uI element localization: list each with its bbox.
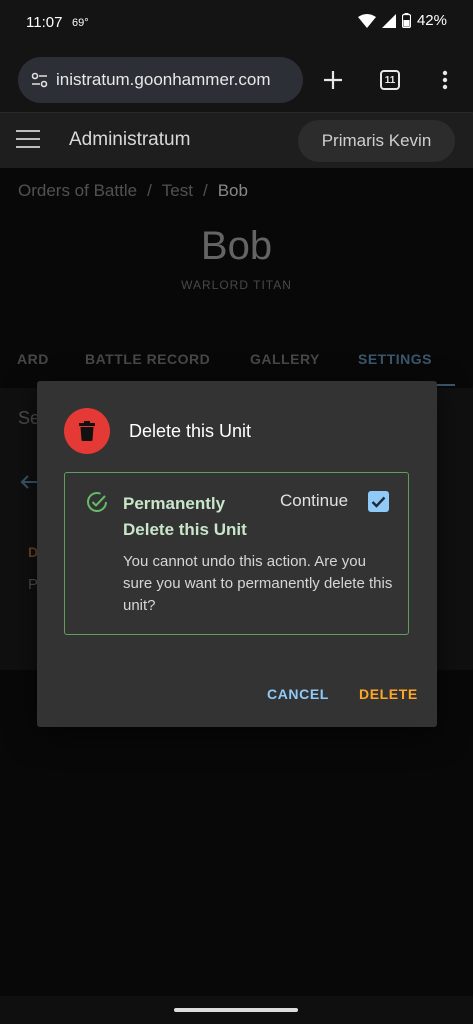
checkmark-icon: [371, 496, 386, 508]
plus-icon: [324, 71, 342, 89]
menu-icon[interactable]: [16, 130, 40, 152]
danger-badge: [64, 408, 110, 454]
status-time: 11:07: [26, 14, 63, 31]
delete-button[interactable]: DELETE: [359, 686, 418, 702]
browser-menu-button[interactable]: [429, 64, 461, 96]
dialog-actions: CANCEL DELETE: [37, 686, 437, 710]
status-temperature: 69°: [72, 17, 89, 29]
user-menu-button[interactable]: Primaris Kevin: [298, 120, 455, 162]
cancel-button[interactable]: CANCEL: [267, 686, 329, 702]
tab-switcher-button[interactable]: 11: [374, 64, 406, 96]
address-bar[interactable]: inistratum.goonhammer.com: [18, 57, 303, 103]
continue-label[interactable]: Continue: [280, 491, 348, 511]
gesture-handle[interactable]: [174, 1008, 298, 1012]
more-vert-icon: [442, 70, 448, 90]
new-tab-button[interactable]: [317, 64, 349, 96]
site-settings-icon[interactable]: [28, 68, 52, 92]
confirm-description: You cannot undo this action. Are you sur…: [123, 553, 393, 614]
battery-percent: 42%: [416, 12, 447, 29]
signal-icon: [381, 13, 396, 28]
status-bar: 11:07 69° 42%: [0, 0, 473, 48]
url-text[interactable]: inistratum.goonhammer.com: [56, 70, 270, 90]
browser-toolbar: inistratum.goonhammer.com 11: [0, 48, 473, 112]
tab-count: 11: [380, 70, 400, 90]
continue-checkbox[interactable]: [368, 491, 389, 512]
dialog-title: Delete this Unit: [129, 421, 252, 441]
status-icons: 42%: [357, 12, 447, 29]
wifi-icon: [357, 13, 376, 28]
app-header: Administratum Primaris Kevin: [0, 112, 473, 168]
confirm-title: Permanently Delete this Unit: [123, 494, 247, 539]
system-nav-bar: [0, 996, 473, 1024]
trash-icon: [79, 421, 95, 441]
app-title[interactable]: Administratum: [69, 129, 190, 151]
screen: 11:07 69° 42% inistratum.goonhammer.com …: [0, 0, 473, 1024]
check-circle-icon: [87, 492, 107, 512]
delete-dialog: Delete this Unit Permanently Delete this…: [37, 381, 437, 727]
battery-icon: [401, 13, 411, 28]
confirmation-box: Permanently Delete this Unit Continue Yo…: [64, 472, 409, 635]
